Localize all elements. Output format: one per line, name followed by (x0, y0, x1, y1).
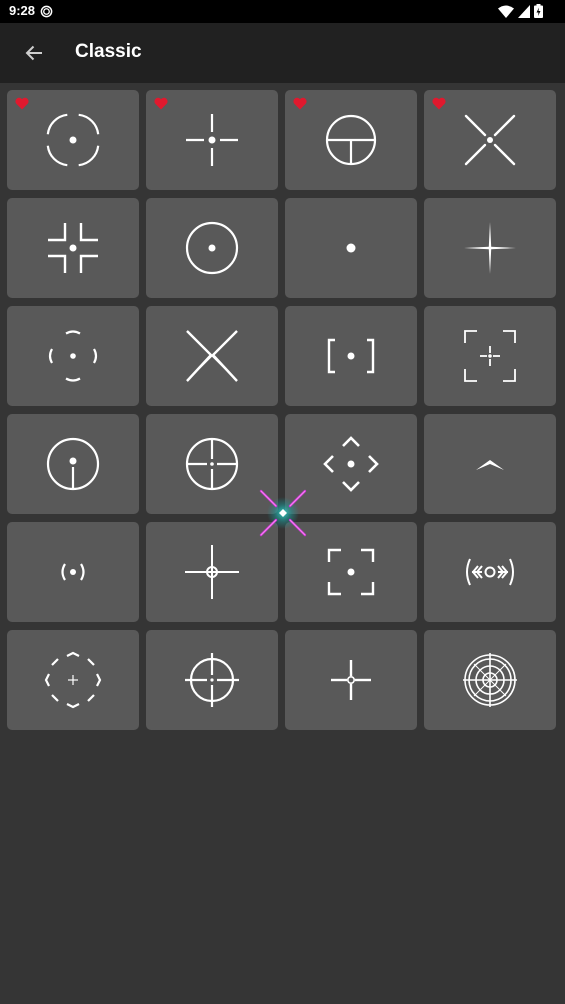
crosshair-x-gap-icon (186, 330, 238, 382)
crosshair-ring-dot-icon (46, 113, 100, 167)
crosshair-tile[interactable] (424, 198, 556, 298)
crosshair-tile[interactable] (285, 198, 417, 298)
crosshair-corners-cross-icon (464, 330, 516, 382)
crosshair-tile[interactable] (424, 522, 556, 622)
crosshair-target-rings-icon (463, 653, 517, 707)
crosshair-circle-dot-icon (185, 221, 239, 275)
crosshair-circle-dot-stem-icon (46, 437, 100, 491)
crosshair-tile[interactable] (146, 630, 278, 730)
crosshair-tile[interactable] (424, 630, 556, 730)
app-bar: Classic (0, 23, 565, 83)
crosshair-cross-ring-center-icon (331, 660, 371, 700)
crosshair-tile[interactable] (424, 306, 556, 406)
arrow-back-icon (25, 45, 42, 61)
crosshair-octagon-plus-icon (44, 651, 102, 709)
crosshair-x-dot-icon (464, 114, 516, 166)
crosshair-dot-icon (346, 243, 356, 253)
heart-icon (432, 97, 446, 110)
crosshair-tile[interactable] (7, 306, 139, 406)
crosshair-circle-cross-icon (185, 437, 239, 491)
heart-icon (293, 97, 307, 110)
status-icons (498, 4, 543, 18)
heart-icon (154, 97, 168, 110)
signal-icon (518, 4, 530, 18)
crosshair-tile[interactable] (285, 630, 417, 730)
crosshair-brace-ring-dot-icon (48, 330, 98, 382)
crosshair-grid (7, 90, 556, 730)
crosshair-tile[interactable] (285, 306, 417, 406)
crosshair-circle-t-icon (325, 114, 377, 166)
crosshair-corner-brackets-dot-icon (48, 223, 98, 273)
crosshair-square-brackets-dot-icon (327, 338, 375, 374)
crosshair-tile[interactable] (7, 198, 139, 298)
crosshair-tile[interactable] (424, 90, 556, 190)
crosshair-tile[interactable] (146, 90, 278, 190)
crosshair-overlay-button[interactable] (258, 488, 308, 538)
crosshair-tile[interactable] (285, 90, 417, 190)
wifi-icon (498, 5, 514, 18)
crosshair-tile[interactable] (146, 198, 278, 298)
heart-icon (15, 97, 29, 110)
crosshair-tile[interactable] (146, 306, 278, 406)
crosshair-frame-corners-dot-icon (327, 548, 375, 596)
crosshair-tile[interactable] (7, 630, 139, 730)
crosshair-cross-small-circle-icon (185, 545, 239, 599)
sync-icon (40, 5, 53, 18)
crosshair-chevron-up-icon (476, 460, 504, 470)
status-bar: 9:28 (0, 0, 565, 23)
battery-icon (534, 4, 543, 18)
crosshair-tile[interactable] (7, 414, 139, 514)
crosshair-diamond-chevrons-icon (323, 436, 379, 492)
crosshair-thin-star-icon (464, 222, 516, 274)
crosshair-gap-cross-dot-icon (186, 114, 238, 166)
crosshair-arrows-ring-icon (466, 558, 514, 586)
crosshair-tile[interactable] (7, 522, 139, 622)
crosshair-scope-ring-icon (185, 653, 239, 707)
back-button[interactable] (18, 37, 50, 69)
crosshair-tile[interactable] (7, 90, 139, 190)
crosshair-parens-dot-icon (61, 563, 85, 581)
page-title: Classic (75, 41, 142, 62)
crosshair-tile[interactable] (424, 414, 556, 514)
status-time: 9:28 (9, 3, 36, 18)
